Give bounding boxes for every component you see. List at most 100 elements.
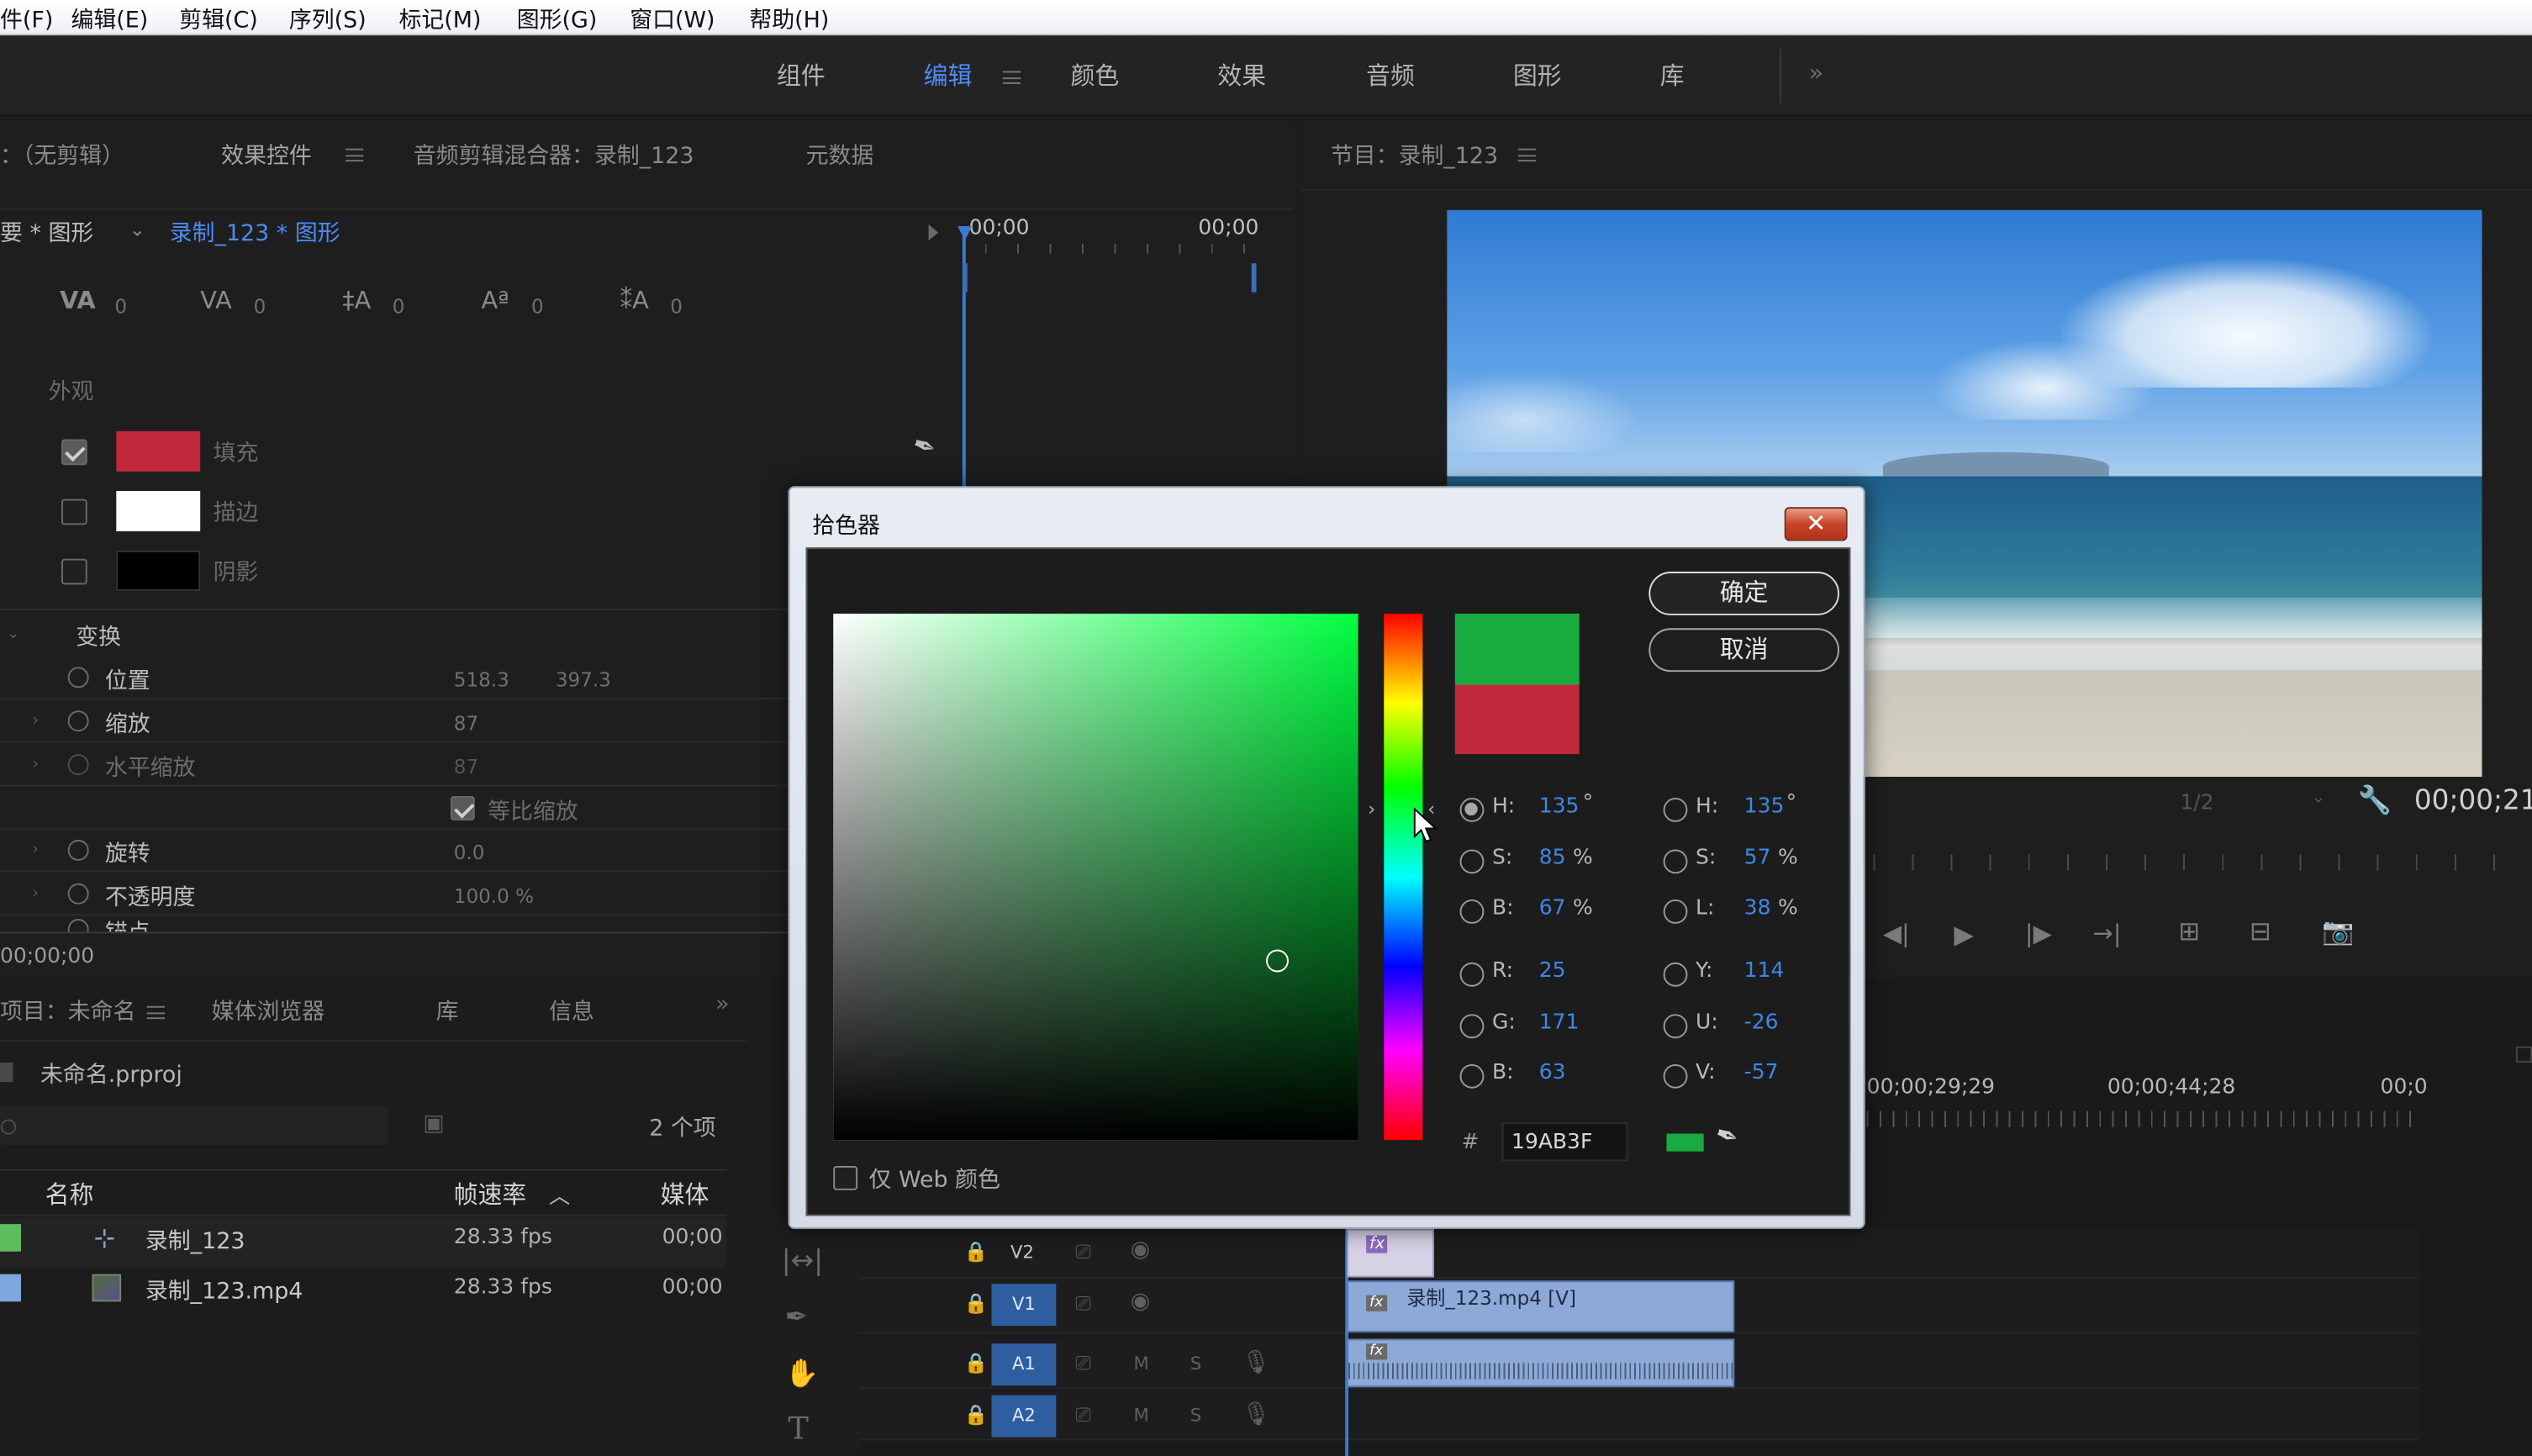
yuv-y-input[interactable]: 114	[1744, 959, 1785, 984]
menu-graphics[interactable]: 图形(G)	[517, 3, 598, 35]
eyedropper-icon[interactable]: ✒	[908, 428, 941, 466]
stroke-checkbox[interactable]	[61, 499, 87, 525]
fill-checkbox[interactable]	[61, 439, 87, 466]
workspace-more-icon[interactable]: »	[1809, 58, 1824, 87]
microphone-icon[interactable]: 🎙	[1242, 1350, 1270, 1376]
timeline-scroll-handle[interactable]	[2515, 1046, 2532, 1063]
tracking-value[interactable]: 0	[114, 296, 127, 319]
type-tool-icon[interactable]: T	[788, 1411, 808, 1447]
hsl-saturation-input[interactable]: 57	[1744, 847, 1771, 871]
position-y-value[interactable]: 397.3	[556, 668, 611, 691]
program-monitor-title[interactable]: 节目：录制_123	[1331, 139, 1498, 171]
workspace-tab-libraries[interactable]: 库	[1660, 58, 1685, 92]
hsb-hue-input[interactable]: 135	[1539, 794, 1580, 819]
step-forward-icon[interactable]: |▶	[2025, 919, 2052, 948]
stopwatch-icon[interactable]	[67, 710, 89, 732]
radio-hsb-saturation[interactable]	[1459, 849, 1485, 874]
insert-icon[interactable]: ⊞	[2178, 915, 2200, 946]
mute-toggle[interactable]: M	[1134, 1353, 1149, 1374]
lock-icon[interactable]: 🔒	[964, 1240, 989, 1263]
track-a1[interactable]: A1	[991, 1343, 1057, 1386]
mute-toggle[interactable]: M	[1134, 1405, 1149, 1426]
workspace-tab-assembly[interactable]: 组件	[777, 58, 826, 92]
play-icon[interactable]: ▶	[1954, 919, 1974, 949]
stopwatch-icon[interactable]	[67, 839, 89, 861]
radio-rgb-blue[interactable]	[1459, 1063, 1485, 1089]
uniform-scale-checkbox[interactable]	[450, 796, 475, 820]
go-to-out-icon[interactable]: →|	[2093, 919, 2122, 948]
film-icon[interactable]: ⎚	[1075, 1240, 1090, 1264]
hsl-lightness-input[interactable]: 38	[1744, 896, 1771, 921]
project-search-input[interactable]	[0, 1105, 388, 1145]
film-icon[interactable]: ⎚	[1075, 1292, 1090, 1316]
video-clip[interactable]: fx 录制_123.mp4 [V]	[1347, 1280, 1735, 1332]
cancel-button[interactable]: 取消	[1648, 628, 1840, 673]
eye-icon[interactable]: ◉	[1131, 1289, 1150, 1315]
slip-tool-icon[interactable]: |↔|	[782, 1245, 823, 1277]
pen-tool-icon[interactable]: ✒	[785, 1301, 808, 1333]
column-name[interactable]: 名称	[45, 1177, 94, 1211]
tsume-value[interactable]: 0	[670, 296, 683, 319]
menu-help[interactable]: 帮助(H)	[749, 3, 829, 35]
stroke-color-swatch[interactable]	[116, 490, 201, 532]
close-button[interactable]: ✕	[1784, 507, 1848, 541]
radio-rgb-red[interactable]	[1459, 962, 1485, 987]
hex-input[interactable]: 19AB3F	[1511, 1131, 1592, 1155]
stopwatch-icon[interactable]	[67, 667, 89, 688]
radio-hsb-hue[interactable]	[1459, 797, 1485, 822]
rgb-red-input[interactable]: 25	[1539, 959, 1566, 984]
effect-controls-menu-icon[interactable]	[346, 148, 364, 162]
wrench-icon[interactable]: 🔧	[2358, 785, 2392, 817]
film-icon[interactable]: ⎚	[1075, 1352, 1090, 1376]
zoom-select[interactable]: 1/2	[2180, 791, 2213, 815]
sort-ascending-icon[interactable]: ︿	[549, 1179, 570, 1210]
tab-metadata[interactable]: 元数据	[806, 139, 874, 171]
workspace-tab-color[interactable]: 颜色	[1071, 58, 1120, 92]
ok-button[interactable]: 确定	[1648, 572, 1840, 615]
radio-rgb-green[interactable]	[1459, 1014, 1485, 1039]
play-triangle-icon[interactable]	[928, 224, 939, 241]
track-a2[interactable]: A2	[991, 1395, 1057, 1438]
shadow-checkbox[interactable]	[61, 558, 87, 585]
menu-clip[interactable]: 剪辑(C)	[179, 3, 258, 35]
expand-chevron-icon[interactable]: ›	[32, 756, 39, 773]
table-row[interactable]: 录制_123.mp4 28.33 fps 00;00	[0, 1267, 727, 1318]
column-media[interactable]: 媒体	[661, 1177, 709, 1211]
expand-chevron-icon[interactable]: ›	[32, 885, 39, 903]
tab-info[interactable]: 信息	[549, 994, 594, 1026]
transform-chevron-icon[interactable]: ⌄	[7, 625, 20, 642]
solo-toggle[interactable]: S	[1190, 1353, 1201, 1374]
workspace-tab-audio[interactable]: 音频	[1366, 58, 1415, 92]
overwrite-icon[interactable]: ⊟	[2250, 915, 2271, 946]
clip-path-active[interactable]: 录制_123 * 图形	[170, 216, 340, 248]
track-v1[interactable]: V1	[991, 1284, 1057, 1327]
baseline-shift-value[interactable]: 0	[531, 296, 544, 319]
scale-value[interactable]: 87	[454, 712, 478, 735]
new-bin-icon[interactable]: ▣	[423, 1111, 444, 1137]
radio-hsb-brightness[interactable]	[1459, 899, 1485, 924]
radio-yuv-u[interactable]	[1663, 1014, 1688, 1039]
radio-hsl-hue[interactable]	[1663, 797, 1688, 822]
radio-yuv-y[interactable]	[1663, 962, 1688, 987]
horizontal-scale-value[interactable]: 87	[454, 756, 478, 778]
lock-icon[interactable]: 🔒	[964, 1352, 989, 1374]
chevron-down-icon[interactable]: ⌄	[129, 218, 145, 240]
lock-icon[interactable]: 🔒	[964, 1292, 989, 1315]
web-colors-only-checkbox[interactable]	[833, 1165, 858, 1190]
old-color-swatch[interactable]	[1454, 684, 1580, 755]
track-v2[interactable]: V2	[990, 1232, 1055, 1274]
film-icon[interactable]: ⎚	[1075, 1403, 1090, 1427]
tab-source[interactable]: ：（无剪辑）	[0, 139, 124, 171]
expand-chevron-icon[interactable]: ›	[32, 841, 39, 859]
project-more-icon[interactable]: »	[715, 991, 729, 1017]
rotation-value[interactable]: 0.0	[454, 841, 485, 864]
hand-tool-icon[interactable]: ✋	[785, 1358, 820, 1390]
tab-media-browser[interactable]: 媒体浏览器	[212, 994, 324, 1026]
fill-color-swatch[interactable]	[116, 430, 201, 472]
step-back-icon[interactable]: ◀|	[1883, 919, 1910, 948]
eye-icon[interactable]: ◉	[1131, 1237, 1150, 1263]
expand-chevron-icon[interactable]: ›	[32, 712, 39, 730]
hex-input-box[interactable]: 19AB3F	[1501, 1122, 1628, 1162]
menu-sequence[interactable]: 序列(S)	[289, 3, 367, 35]
yuv-v-input[interactable]: -57	[1744, 1061, 1779, 1085]
